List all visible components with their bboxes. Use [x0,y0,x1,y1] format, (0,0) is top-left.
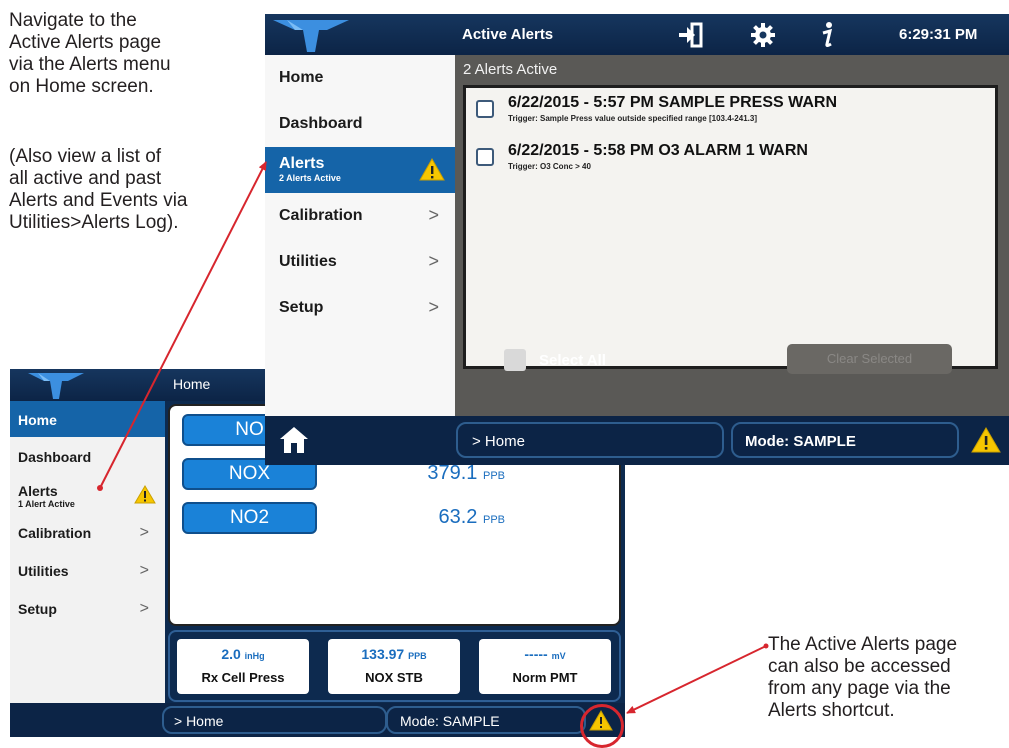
mode-indicator: Mode: SAMPLE [731,422,959,458]
note-alerts-log: (Also view a list of all active and past… [9,146,188,233]
info-icon[interactable] [818,20,838,50]
select-all-label: Select All [539,352,606,369]
note-shortcut: The Active Alerts page can also be acces… [768,634,958,721]
clock: 6:29:31 PM [899,26,978,43]
meter-nox-stb[interactable]: 133.97 PPB NOX STB [328,639,460,694]
alerts-count: 2 Alerts Active [463,61,558,78]
gear-icon[interactable] [750,22,776,48]
alerts-main: 2 Alerts Active 6/22/2015 - 5:57 PM SAMP… [455,55,1009,416]
home-icon[interactable] [279,426,309,454]
gas-button-no2[interactable]: NO2 [182,502,317,534]
sidebar-item-calibration[interactable]: Calibration > [265,193,455,239]
chevron-right-icon: > [139,562,149,579]
alerts-topbar: Active Alerts 6:29:31 PM [265,14,1009,55]
sidebar-item-home[interactable]: Home [10,401,165,437]
sidebar-item-utilities[interactable]: Utilities > [265,239,455,285]
sidebar-item-alerts[interactable]: Alerts 1 Alert Active [10,475,165,515]
meter-norm-pmt[interactable]: ----- mV Norm PMT [479,639,611,694]
teledyne-logo-icon [28,373,84,399]
chevron-right-icon: > [139,600,149,617]
meter-rx-cell-press[interactable]: 2.0 inHg Rx Cell Press [177,639,309,694]
active-alerts-screen: Active Alerts 6:29:31 PM Home Dashboard [265,14,1009,465]
sidebar-item-dashboard[interactable]: Dashboard [10,437,165,475]
home-sidebar: Home Dashboard Alerts 1 Alert Active Cal… [10,401,165,703]
checkbox-icon[interactable] [476,100,494,118]
select-all-checkbox[interactable] [504,349,526,371]
clear-selected-button[interactable]: Clear Selected [787,344,952,374]
breadcrumb[interactable]: > Home [162,706,387,734]
note-navigate: Navigate to the Active Alerts page via t… [9,10,171,97]
gas-value-nox: 379.1 PPB [427,462,505,484]
chevron-right-icon: > [428,297,439,317]
warning-icon[interactable] [971,427,1001,453]
chevron-right-icon: > [139,524,149,541]
list-item[interactable]: 6/22/2015 - 5:57 PM SAMPLE PRESS WARN Tr… [476,94,996,128]
sidebar-item-alerts[interactable]: Alerts 2 Alerts Active [265,147,455,193]
chevron-right-icon: > [428,251,439,271]
page-title: Active Alerts [462,26,554,43]
warning-icon [134,485,156,504]
sidebar-item-setup[interactable]: Setup > [265,285,455,331]
sidebar-item-home[interactable]: Home [265,55,455,101]
meter-panel: 2.0 inHg Rx Cell Press 133.97 PPB NOX ST… [168,630,621,702]
alerts-bottombar: > Home Mode: SAMPLE [265,416,1009,465]
sidebar-item-utilities[interactable]: Utilities > [10,553,165,591]
alert-list: 6/22/2015 - 5:57 PM SAMPLE PRESS WARN Tr… [463,85,998,369]
home-screen-title: Home [173,376,211,392]
sidebar-item-calibration[interactable]: Calibration > [10,515,165,553]
warning-icon [419,158,445,181]
checkbox-icon[interactable] [476,148,494,166]
chevron-right-icon: > [428,205,439,225]
sidebar-item-setup[interactable]: Setup > [10,591,165,629]
sidebar-item-dashboard[interactable]: Dashboard [265,101,455,147]
gas-value-no2: 63.2 PPB [438,506,505,528]
logout-icon[interactable] [677,22,703,48]
callout-circle [580,704,624,748]
alerts-sidebar: Home Dashboard Alerts 2 Alerts Active Ca… [265,55,455,416]
teledyne-logo-icon [273,20,349,52]
list-item[interactable]: 6/22/2015 - 5:58 PM O3 ALARM 1 WARN Trig… [476,142,996,176]
home-bottombar: > Home Mode: SAMPLE [10,703,625,737]
arrow-shortcut [626,645,767,714]
mode-indicator: Mode: SAMPLE [386,706,586,734]
breadcrumb[interactable]: > Home [456,422,724,458]
